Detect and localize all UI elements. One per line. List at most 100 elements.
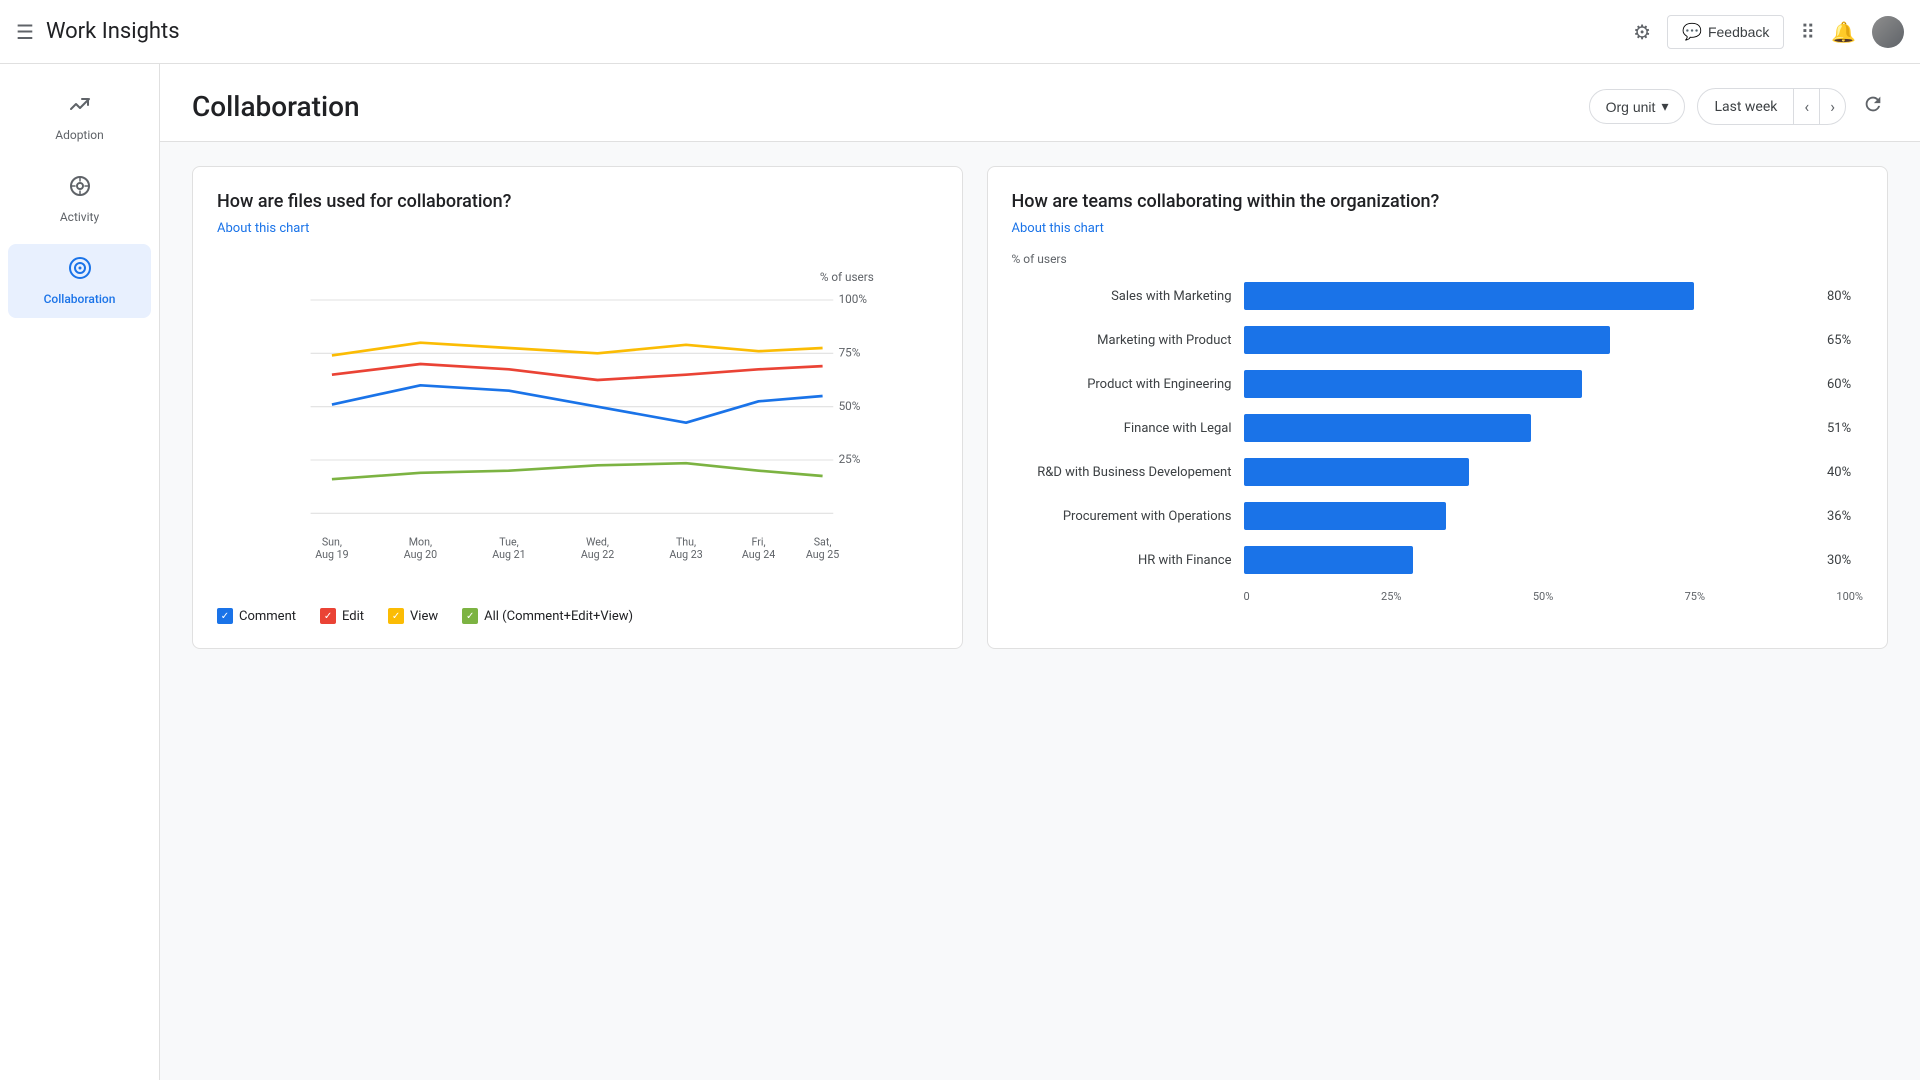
svg-text:Fri,: Fri,	[752, 535, 766, 548]
bar-row-1: Marketing with Product65%	[1012, 326, 1864, 354]
legend-comment: ✓ Comment	[217, 608, 296, 624]
sidebar-item-adoption-label: Adoption	[55, 128, 104, 142]
sidebar-item-collaboration-label: Collaboration	[44, 292, 116, 306]
bar-chart-y-label: % of users	[1012, 252, 1864, 266]
feedback-button[interactable]: 💬 Feedback	[1667, 15, 1784, 49]
apps-icon[interactable]: ⠿	[1800, 20, 1815, 44]
svg-text:Tue,: Tue,	[499, 535, 519, 548]
svg-text:Aug 21: Aug 21	[492, 548, 525, 561]
bar-row-4: R&D with Business Developement 40%	[1012, 458, 1864, 486]
app-title: Work Insights	[46, 19, 1633, 44]
sidebar-item-activity[interactable]: Activity	[8, 162, 151, 236]
bar-track-6	[1244, 546, 1808, 574]
legend-all: ✓ All (Comment+Edit+View)	[462, 608, 633, 624]
avatar[interactable]	[1872, 16, 1904, 48]
bar-fill-0	[1244, 282, 1695, 310]
svg-text:75%: 75%	[839, 346, 861, 360]
svg-text:Wed,: Wed,	[586, 535, 609, 548]
svg-text:Aug 24: Aug 24	[742, 548, 775, 561]
page-title: Collaboration	[192, 90, 360, 123]
date-next-button[interactable]: ›	[1819, 89, 1845, 124]
sidebar: Adoption Activity Collaboration	[0, 64, 160, 1080]
bar-chart-x-axis: 0 25% 50% 75% 100%	[1244, 590, 1864, 603]
bar-label-6: HR with Finance	[1012, 553, 1232, 568]
svg-text:Mon,: Mon,	[409, 535, 432, 548]
legend-comment-check: ✓	[217, 608, 233, 624]
svg-text:Aug 25: Aug 25	[806, 548, 839, 561]
date-prev-button[interactable]: ‹	[1793, 89, 1819, 124]
bar-label-2: Product with Engineering	[1012, 377, 1232, 392]
collaboration-icon	[68, 256, 92, 286]
bar-label-1: Marketing with Product	[1012, 333, 1232, 348]
svg-text:Sun,: Sun,	[322, 535, 342, 548]
bar-pct-4: 40%	[1827, 465, 1863, 480]
feedback-label: Feedback	[1708, 24, 1769, 40]
svg-text:Aug 20: Aug 20	[404, 548, 437, 561]
sidebar-item-activity-label: Activity	[60, 210, 99, 224]
bar-label-5: Procurement with Operations	[1012, 509, 1232, 524]
sidebar-item-adoption[interactable]: Adoption	[8, 80, 151, 154]
svg-text:Sat,: Sat,	[814, 535, 832, 548]
activity-icon	[68, 174, 92, 204]
bar-pct-6: 30%	[1827, 553, 1863, 568]
bar-pct-0: 80%	[1827, 289, 1863, 304]
org-unit-label: Org unit	[1606, 99, 1656, 115]
x-tick-50: 50%	[1533, 590, 1553, 603]
bar-chart-container: Sales with Marketing 80% Marketing with Pr…	[1012, 282, 1864, 574]
bar-fill-5	[1244, 502, 1447, 530]
legend-edit-check: ✓	[320, 608, 336, 624]
bar-chart-about-link[interactable]: About this chart	[1012, 221, 1104, 236]
main-content: Collaboration Org unit ▾ Last week ‹ ›	[160, 64, 1920, 1080]
bar-row-3: Finance with Legal 51%	[1012, 414, 1864, 442]
bar-fill-2	[1244, 370, 1582, 398]
bar-track-2	[1244, 370, 1808, 398]
charts-area: How are files used for collaboration? Ab…	[160, 142, 1920, 673]
bar-fill-4	[1244, 458, 1469, 486]
bar-pct-3: 51%	[1827, 421, 1863, 436]
legend-all-check: ✓	[462, 608, 478, 624]
bar-track-1	[1244, 326, 1808, 354]
feedback-icon: 💬	[1682, 22, 1702, 42]
x-tick-100: 100%	[1836, 590, 1863, 603]
bar-track-3	[1244, 414, 1808, 442]
bar-pct-2: 60%	[1827, 377, 1863, 392]
svg-text:25%: 25%	[839, 452, 861, 466]
svg-text:100%: 100%	[839, 292, 868, 306]
bar-label-4: R&D with Business Developement	[1012, 465, 1232, 480]
x-tick-0: 0	[1244, 590, 1250, 603]
bar-label-0: Sales with Marketing	[1012, 289, 1232, 304]
x-tick-75: 75%	[1685, 590, 1705, 603]
svg-text:Thu,: Thu,	[676, 535, 696, 548]
svg-text:Aug 23: Aug 23	[669, 548, 702, 561]
bar-track-4	[1244, 458, 1808, 486]
svg-text:% of users: % of users	[820, 270, 874, 284]
page-header: Collaboration Org unit ▾ Last week ‹ ›	[160, 64, 1920, 142]
legend-all-label: All (Comment+Edit+View)	[484, 609, 633, 624]
avatar-image	[1872, 16, 1904, 48]
line-chart-title: How are files used for collaboration?	[217, 191, 938, 212]
settings-icon[interactable]: ⚙	[1633, 20, 1651, 44]
menu-icon[interactable]: ☰	[16, 20, 34, 44]
legend-edit-label: Edit	[342, 609, 364, 624]
line-chart-container: % of users 100% 75% 50% 25%	[217, 268, 938, 592]
date-navigation: Last week ‹ ›	[1697, 88, 1846, 125]
bar-row-0: Sales with Marketing 80%	[1012, 282, 1864, 310]
legend-view-check: ✓	[388, 608, 404, 624]
notifications-icon[interactable]: 🔔	[1831, 20, 1856, 44]
line-chart-about-link[interactable]: About this chart	[217, 221, 309, 236]
bar-row-6: HR with Finance 30%	[1012, 546, 1864, 574]
refresh-button[interactable]	[1858, 89, 1888, 124]
sidebar-item-collaboration[interactable]: Collaboration	[8, 244, 151, 318]
bar-track-0	[1244, 282, 1808, 310]
line-chart-svg: % of users 100% 75% 50% 25%	[217, 268, 938, 588]
bar-track-5	[1244, 502, 1808, 530]
bar-row-5: Procurement with Operations36%	[1012, 502, 1864, 530]
x-tick-25: 25%	[1381, 590, 1401, 603]
legend-view-label: View	[410, 609, 438, 624]
org-unit-button[interactable]: Org unit ▾	[1589, 89, 1686, 124]
bar-row-2: Product with Engineering 60%	[1012, 370, 1864, 398]
legend-edit: ✓ Edit	[320, 608, 364, 624]
adoption-icon	[68, 92, 92, 122]
legend-view: ✓ View	[388, 608, 438, 624]
bar-label-3: Finance with Legal	[1012, 421, 1232, 436]
